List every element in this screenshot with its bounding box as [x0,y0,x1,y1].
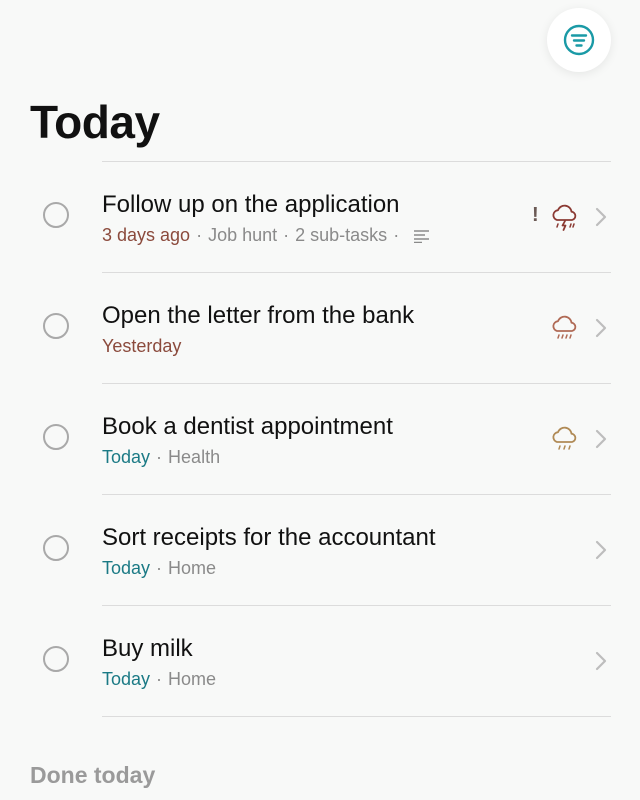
separator: · [156,447,163,467]
due-label: 3 days ago [102,225,191,245]
storm-cloud-icon [552,204,577,231]
priority-indicator: ! [532,204,539,226]
task-meta: Today · Health [102,446,220,468]
page-title: Today [30,96,160,148]
divider [102,716,611,717]
due-label: Today [102,669,151,689]
task-row[interactable]: Book a dentist appointment Today · Healt… [0,384,640,494]
chevron-right-icon[interactable] [594,318,608,338]
separator: · [393,225,400,245]
separator: · [196,225,203,245]
task-row[interactable]: Buy milk Today · Home [0,606,640,716]
complete-checkbox[interactable] [43,202,69,228]
done-today-heading: Done today [30,762,156,788]
drizzle-cloud-icon [552,426,577,450]
task-title: Sort receipts for the accountant [102,524,436,551]
due-label: Yesterday [102,336,182,356]
complete-checkbox[interactable] [43,313,69,339]
task-meta: Yesterday [102,335,181,357]
subtasks-label: 2 sub-tasks [295,225,388,245]
notes-icon [414,230,430,243]
due-label: Today [102,447,151,467]
task-title: Follow up on the application [102,191,400,218]
rain-cloud-icon [552,315,577,339]
project-label: Home [168,558,217,578]
filter-icon [563,24,595,56]
task-row[interactable]: Follow up on the application 3 days ago … [0,162,640,272]
task-title: Open the letter from the bank [102,302,415,329]
separator: · [283,225,290,245]
task-title: Buy milk [102,635,193,662]
complete-checkbox[interactable] [43,646,69,672]
filter-button[interactable] [547,8,611,72]
task-meta: Today · Home [102,557,216,579]
separator: · [156,558,163,578]
complete-checkbox[interactable] [43,535,69,561]
task-row[interactable]: Sort receipts for the accountant Today ·… [0,495,640,605]
chevron-right-icon[interactable] [594,540,608,560]
task-title: Book a dentist appointment [102,413,393,440]
project-label: Health [168,447,221,467]
complete-checkbox[interactable] [43,424,69,450]
task-meta: 3 days ago · Job hunt · 2 sub-tasks · [102,224,431,246]
task-meta: Today · Home [102,668,216,690]
chevron-right-icon[interactable] [594,651,608,671]
task-list: Follow up on the application 3 days ago … [0,161,640,717]
project-label: Home [168,669,217,689]
task-row[interactable]: Open the letter from the bank Yesterday [0,273,640,383]
chevron-right-icon[interactable] [594,207,608,227]
chevron-right-icon[interactable] [594,429,608,449]
separator: · [156,669,163,689]
project-label: Job hunt [208,225,278,245]
due-label: Today [102,558,151,578]
